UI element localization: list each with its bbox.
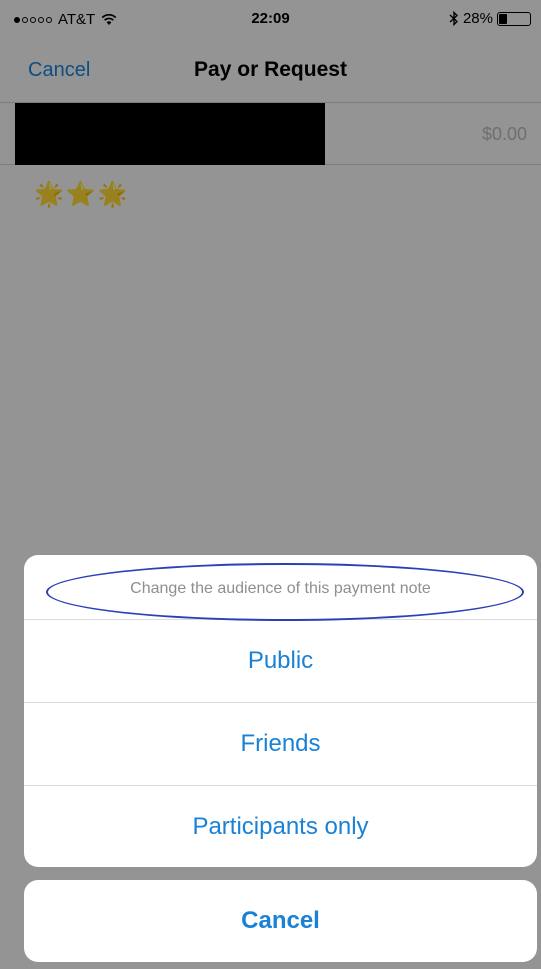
option-friends-button[interactable]: Friends <box>24 703 537 786</box>
option-participants-only-button[interactable]: Participants only <box>24 786 537 867</box>
sheet-cancel-button[interactable]: Cancel <box>24 880 537 962</box>
action-sheet: Change the audience of this payment note… <box>24 555 537 867</box>
action-sheet-header-text: Change the audience of this payment note <box>130 580 431 597</box>
app-screen: AT&T 22:09 28% Cancel Pay or Request $0.… <box>0 0 541 969</box>
action-sheet-header: Change the audience of this payment note <box>24 555 537 621</box>
option-public-button[interactable]: Public <box>24 620 537 703</box>
